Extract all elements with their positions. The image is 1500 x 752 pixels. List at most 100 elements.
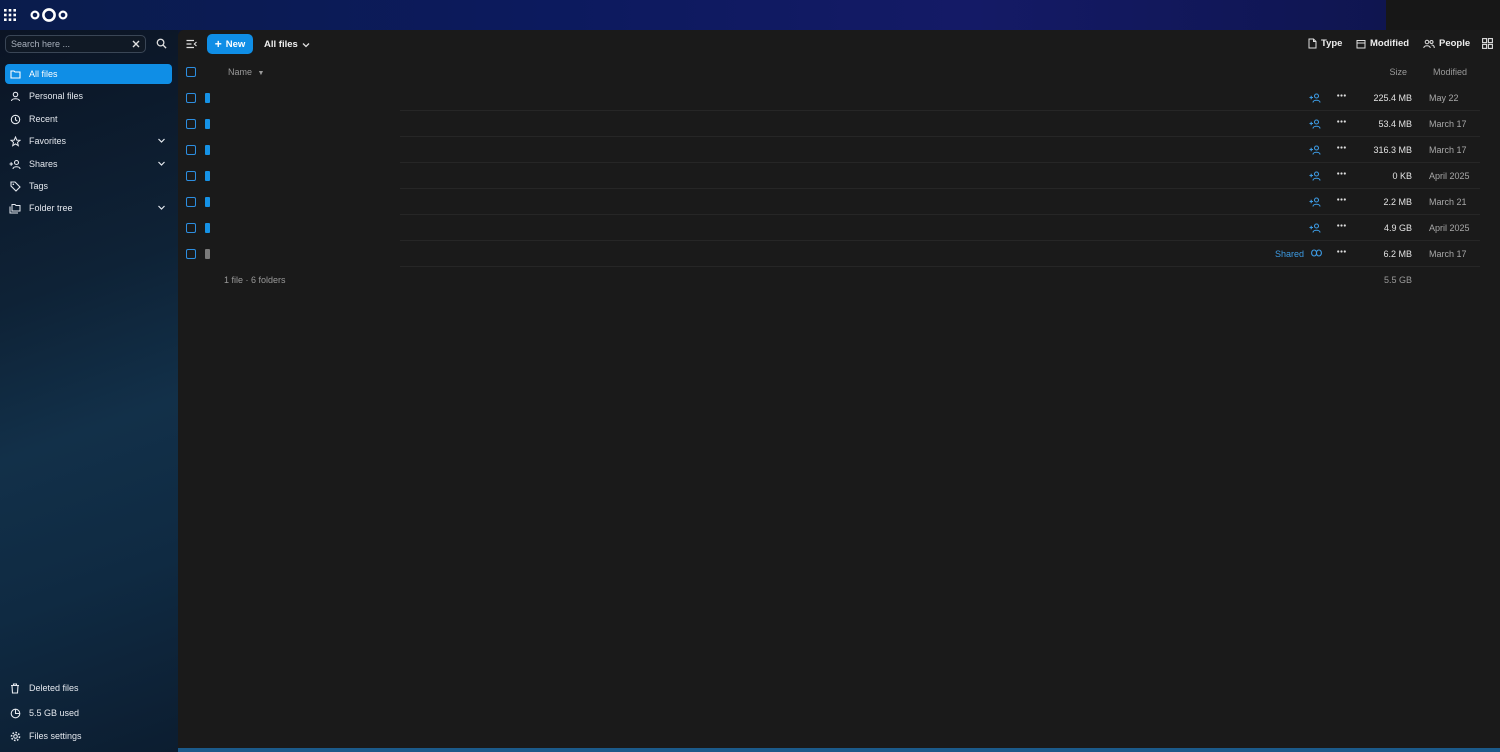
filter-type-button[interactable]: Type	[1308, 38, 1342, 49]
folder-icon	[205, 223, 210, 233]
history-icon	[9, 113, 21, 125]
row-checkbox[interactable]	[186, 145, 196, 155]
table-row[interactable]: 0 KB April 2025	[178, 163, 1500, 189]
navigation-sidebar: Search here ... All files Personal files…	[0, 30, 178, 752]
table-row[interactable]: Shared 6.2 MB March 17	[178, 241, 1500, 267]
header-right-area	[1386, 0, 1500, 30]
row-modified: March 21	[1429, 197, 1467, 207]
table-row[interactable]: 2.2 MB March 21	[178, 189, 1500, 215]
sidebar-item-files-settings[interactable]: Files settings	[5, 726, 172, 746]
people-icon	[1423, 39, 1435, 48]
more-actions-icon[interactable]	[1337, 94, 1346, 97]
more-actions-icon[interactable]	[1337, 250, 1346, 253]
filter-people-button[interactable]: People	[1423, 38, 1470, 49]
sort-down-icon: ▼	[257, 70, 265, 77]
chevron-down-icon[interactable]	[157, 203, 166, 212]
filter-modified-button[interactable]: Modified	[1356, 38, 1409, 49]
plus-icon: +	[214, 37, 222, 51]
column-modified-header[interactable]: Modified	[1433, 67, 1467, 77]
chevron-down-icon	[302, 42, 310, 47]
table-summary-total-size: 5.5 GB	[1383, 275, 1412, 285]
breadcrumb-label: All files	[264, 39, 298, 50]
row-modified: May 22	[1429, 93, 1459, 103]
row-checkbox[interactable]	[186, 197, 196, 207]
table-header: Name ▼ Size Modified	[178, 62, 1500, 82]
sidebar-item-label: Shares	[29, 159, 58, 169]
row-checkbox[interactable]	[186, 93, 196, 103]
breadcrumb[interactable]: All files	[264, 39, 310, 50]
sidebar-item-label: Deleted files	[29, 683, 79, 693]
calendar-icon	[1356, 39, 1366, 48]
menu-collapse-icon[interactable]	[186, 39, 197, 49]
chevron-down-icon[interactable]	[157, 159, 166, 168]
nextcloud-logo[interactable]	[30, 7, 68, 23]
row-modified: March 17	[1429, 119, 1467, 129]
more-actions-icon[interactable]	[1337, 120, 1346, 123]
row-modified: April 2025	[1429, 223, 1470, 233]
search-input[interactable]: Search here ...	[5, 35, 146, 53]
clear-icon[interactable]	[131, 39, 141, 49]
storage-usage[interactable]: 5.5 GB used	[5, 703, 172, 723]
share-add-icon[interactable]	[1309, 197, 1321, 207]
sidebar-item-tags[interactable]: Tags	[5, 176, 172, 196]
row-size: 2.2 MB	[1383, 197, 1412, 207]
link-icon[interactable]	[1311, 249, 1322, 257]
new-button[interactable]: + New	[207, 34, 253, 54]
sidebar-item-label: All files	[29, 69, 58, 79]
share-add-icon[interactable]	[1309, 171, 1321, 181]
sidebar-item-personal-files[interactable]: Personal files	[5, 86, 172, 106]
share-add-icon[interactable]	[1309, 93, 1321, 103]
header-bar	[0, 0, 1386, 30]
apps-grid-icon[interactable]	[4, 9, 16, 21]
row-checkbox[interactable]	[186, 171, 196, 181]
table-row[interactable]: 316.3 MB March 17	[178, 137, 1500, 163]
row-size: 6.2 MB	[1383, 249, 1412, 259]
sidebar-item-label: Folder tree	[29, 203, 73, 213]
new-button-label: New	[225, 38, 246, 50]
share-add-icon[interactable]	[1309, 223, 1321, 233]
share-add-icon[interactable]	[1309, 145, 1321, 155]
table-row[interactable]: 53.4 MB March 17	[178, 111, 1500, 137]
table-row[interactable]: 225.4 MB May 22	[178, 85, 1500, 111]
sidebar-item-label: Personal files	[29, 91, 84, 101]
grid-view-icon[interactable]	[1482, 38, 1493, 49]
row-checkbox[interactable]	[186, 223, 196, 233]
row-checkbox[interactable]	[186, 249, 196, 259]
table-row[interactable]: 4.9 GB April 2025	[178, 215, 1500, 241]
folder-icon	[205, 119, 210, 129]
row-checkbox[interactable]	[186, 119, 196, 129]
row-size: 53.4 MB	[1378, 119, 1412, 129]
column-name-label: Name	[228, 67, 253, 77]
select-all-checkbox[interactable]	[186, 67, 196, 77]
folder-icon	[205, 197, 210, 207]
tag-icon	[9, 180, 21, 192]
sidebar-item-all-files[interactable]: All files	[5, 64, 172, 84]
storage-pie-icon	[9, 707, 21, 719]
column-name-header[interactable]: Name ▼	[228, 67, 264, 77]
filter-modified-label: Modified	[1370, 38, 1410, 49]
sidebar-item-shares[interactable]: Shares	[5, 154, 172, 174]
column-size-header[interactable]: Size	[1389, 67, 1407, 77]
sidebar-item-folder-tree[interactable]: Folder tree	[5, 198, 172, 218]
sidebar-item-deleted-files[interactable]: Deleted files	[5, 678, 172, 698]
sidebar-item-label: Tags	[29, 181, 49, 191]
more-actions-icon[interactable]	[1337, 146, 1346, 149]
row-size: 0 KB	[1392, 171, 1412, 181]
more-actions-icon[interactable]	[1337, 198, 1346, 201]
filter-people-label: People	[1439, 38, 1471, 49]
search-icon[interactable]	[156, 38, 167, 49]
shared-status-label[interactable]: Shared	[1275, 249, 1304, 259]
table-summary-count: 1 file · 6 folders	[224, 275, 286, 285]
sidebar-item-favorites[interactable]: Favorites	[5, 131, 172, 151]
file-icon	[1308, 38, 1317, 49]
sidebar-item-recent[interactable]: Recent	[5, 109, 172, 129]
more-actions-icon[interactable]	[1337, 224, 1346, 227]
row-size: 4.9 GB	[1383, 223, 1412, 233]
file-icon	[205, 249, 210, 259]
share-add-icon[interactable]	[1309, 119, 1321, 129]
chevron-down-icon[interactable]	[157, 136, 166, 145]
sidebar-item-label: Recent	[29, 114, 58, 124]
more-actions-icon[interactable]	[1337, 172, 1346, 175]
folder-icon	[205, 145, 210, 155]
row-modified: March 17	[1429, 145, 1467, 155]
